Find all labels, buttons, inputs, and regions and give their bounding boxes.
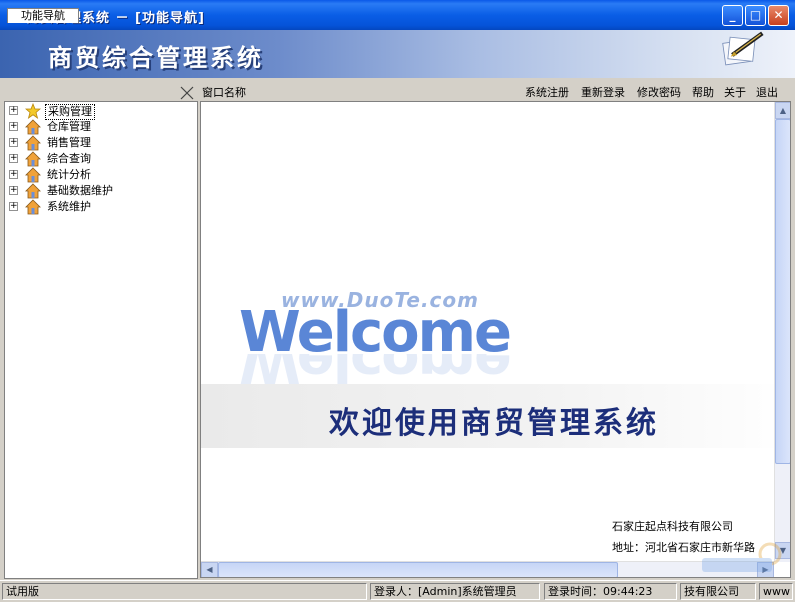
tree-item-query[interactable]: + 综合查询 — [5, 151, 195, 167]
house-icon — [25, 167, 41, 183]
house-icon — [25, 135, 41, 151]
house-icon — [25, 151, 41, 167]
tab-function-nav[interactable]: 功能导航 — [7, 8, 79, 23]
tree-item-label: 基础数据维护 — [47, 184, 113, 197]
menu-about[interactable]: 关于 — [724, 84, 746, 100]
tree-item-label: 销售管理 — [47, 136, 91, 149]
menu-exit[interactable]: 退出 — [756, 84, 778, 100]
status-login-time: 登录时间：09:44:23 — [544, 583, 677, 600]
status-company: 技有限公司 — [680, 583, 756, 600]
house-icon — [25, 199, 41, 215]
expand-toggle[interactable]: + — [9, 106, 18, 115]
title-bar[interactable]: ❖ 商贸管理系统 － [功能导航] _ □ ✕ — [0, 0, 795, 30]
menu-relogin[interactable]: 重新登录 — [581, 84, 625, 100]
tree-item-label: 统计分析 — [47, 168, 91, 181]
nav-tree-panel: + 采购管理 + 仓库管理 + 销售管理 + 综合查询 + 统计分析 + 基础数… — [4, 101, 198, 579]
tree-item-warehouse[interactable]: + 仓库管理 — [5, 119, 195, 135]
window-name-label: 窗口名称 — [202, 86, 246, 99]
status-site: www — [759, 583, 793, 600]
pen-document-icon — [722, 31, 764, 66]
status-login-user: 登录人：[Admin]系统管理员 — [370, 583, 540, 600]
app-banner: 商贸综合管理系统 — [0, 30, 795, 78]
tree-item-sales[interactable]: + 销售管理 — [5, 135, 195, 151]
vertical-scrollbar[interactable]: ▲ ▼ — [774, 102, 790, 562]
tree-item-label: 采购管理 — [45, 104, 95, 120]
minimize-button[interactable]: _ — [722, 5, 743, 26]
tree-item-label: 仓库管理 — [47, 120, 91, 133]
expand-toggle[interactable]: + — [9, 202, 18, 211]
menu-register[interactable]: 系统注册 — [525, 84, 569, 100]
close-button[interactable]: ✕ — [768, 5, 789, 26]
site-logo-icon — [702, 542, 782, 572]
scroll-thumb[interactable] — [218, 562, 618, 577]
status-trial: 试用版 — [2, 583, 367, 600]
system-name: 商贸综合管理系统 — [48, 43, 264, 72]
expand-toggle[interactable]: + — [9, 122, 18, 131]
expand-toggle[interactable]: + — [9, 170, 18, 179]
tree-item-purchase[interactable]: + 采购管理 — [5, 103, 195, 120]
status-bar: 试用版 登录人：[Admin]系统管理员 登录时间：09:44:23 技有限公司… — [0, 580, 795, 602]
tree-item-label: 综合查询 — [47, 152, 91, 165]
tree-item-system[interactable]: + 系统维护 — [5, 199, 195, 215]
menu-change-password[interactable]: 修改密码 — [637, 84, 681, 100]
expand-toggle[interactable]: + — [9, 186, 18, 195]
company-name: 石家庄起点科技有限公司 — [612, 520, 733, 533]
scroll-thumb[interactable] — [775, 119, 790, 464]
house-icon — [25, 183, 41, 199]
house-icon — [25, 119, 41, 135]
expand-toggle[interactable]: + — [9, 154, 18, 163]
maximize-button[interactable]: □ — [745, 5, 766, 26]
close-panel-icon[interactable] — [179, 85, 195, 101]
welcome-message: 欢迎使用商贸管理系统 — [329, 406, 659, 441]
tree-item-base-data[interactable]: + 基础数据维护 — [5, 183, 195, 199]
star-icon — [25, 103, 41, 119]
expand-toggle[interactable]: + — [9, 138, 18, 147]
scroll-up-icon[interactable]: ▲ — [775, 102, 790, 119]
menu-help[interactable]: 帮助 — [692, 84, 714, 100]
scroll-left-icon[interactable]: ◀ — [201, 562, 218, 577]
tree-item-label: 系统维护 — [47, 200, 91, 213]
main-content: www.DuoTe.com Welcome Welcome 欢迎使用商贸管理系统… — [200, 101, 791, 578]
tree-item-statistics[interactable]: + 统计分析 — [5, 167, 195, 183]
